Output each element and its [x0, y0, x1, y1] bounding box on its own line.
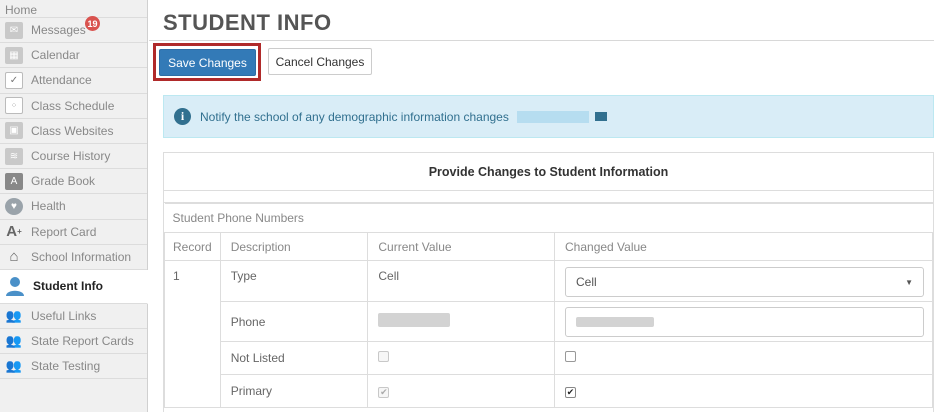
description-cell: Type [219, 260, 369, 302]
phone-type-select[interactable]: Cell ▼ [565, 267, 924, 297]
course-history-icon: ≋ [5, 147, 23, 165]
column-header-changed-value: Changed Value [554, 232, 933, 261]
redacted-phone [378, 313, 451, 327]
column-header-current-value: Current Value [367, 232, 555, 261]
sidebar-item-school-information[interactable]: ⌂ School Information [0, 245, 147, 270]
sidebar-item-label: Messages [31, 23, 86, 38]
sidebar-item-label: Report Card [31, 224, 97, 239]
sidebar-item-student-info[interactable]: Student Info [0, 269, 148, 304]
current-value-cell: Cell [367, 260, 555, 302]
description-cell: Phone [219, 301, 369, 342]
sidebar-item-grade-book[interactable]: A Grade Book [0, 169, 147, 195]
panel-spacer [164, 191, 933, 203]
sidebar-item-attendance[interactable]: ✓ Attendance [0, 68, 147, 94]
envelope-icon[interactable] [594, 112, 607, 121]
info-alert: i Notify the school of any demographic i… [163, 95, 934, 138]
page-title: STUDENT INFO [163, 10, 332, 35]
column-header-record: Record [164, 232, 221, 261]
changed-value-cell [554, 341, 933, 375]
table-row: Phone [165, 301, 933, 342]
sidebar-item-class-schedule[interactable]: ⁘ Class Schedule [0, 94, 147, 119]
sidebar-item-label: Useful Links [31, 308, 97, 323]
changed-value-cell: ✔ [554, 374, 933, 408]
alert-text: Notify the school of any demographic inf… [200, 109, 509, 124]
calendar-icon: ▦ [5, 46, 23, 64]
sidebar-item-health[interactable]: ♥ Health [0, 194, 147, 220]
phone-numbers-table: Student Phone Numbers Record Description… [164, 203, 933, 408]
student-icon [5, 275, 25, 297]
schedule-icon: ⁘ [5, 97, 23, 115]
section-row: Student Phone Numbers [164, 203, 933, 233]
gradebook-icon: A [5, 172, 23, 190]
sidebar-item-calendar[interactable]: ▦ Calendar [0, 43, 147, 69]
phone-input[interactable] [565, 306, 924, 337]
sidebar-item-label: State Testing [31, 359, 101, 374]
sidebar-item-label: Student Info [33, 279, 103, 294]
table-row: 1 Type Cell Cell ▼ [164, 260, 933, 408]
websites-icon: ▣ [5, 122, 23, 140]
current-value-cell: ✔ [367, 374, 555, 408]
message-count-badge: 19 [85, 16, 100, 31]
sidebar-item-report-card[interactable]: A + Report Card [0, 220, 147, 245]
redacted-email[interactable] [516, 110, 589, 123]
sidebar-item-course-history[interactable]: ≋ Course History [0, 144, 147, 170]
links-icon: 👥 [5, 307, 23, 323]
description-cell: Not Listed [219, 341, 369, 375]
main-content: STUDENT INFO Save Changes Cancel Changes… [149, 0, 934, 412]
message-icon: ✉ [5, 21, 23, 39]
table-row: Primary ✔ ✔ [165, 374, 933, 408]
changed-value-cell [554, 301, 933, 342]
panel-heading: Provide Changes to Student Information [164, 153, 933, 191]
sidebar-item-state-report-cards[interactable]: 👥 State Report Cards [0, 329, 147, 355]
title-divider [149, 40, 934, 41]
not-listed-current-checkbox [378, 351, 390, 362]
table-row: Not Listed [165, 341, 933, 375]
info-icon: i [174, 108, 191, 125]
redacted-phone [576, 316, 654, 327]
changed-value-cell: Cell ▼ [554, 260, 933, 302]
sidebar-item-label: School Information [31, 249, 132, 264]
section-label: Student Phone Numbers [164, 203, 933, 233]
sidebar-item-useful-links[interactable]: 👥 Useful Links [0, 304, 147, 330]
state-report-icon: 👥 [5, 333, 23, 349]
report-card-icon: A + [6, 223, 22, 241]
school-icon: ⌂ [9, 248, 19, 266]
sidebar-item-home[interactable]: Home [0, 0, 147, 18]
phone-type-selected-value: Cell [576, 275, 597, 289]
description-cell: Primary [219, 374, 369, 408]
attendance-icon: ✓ [5, 71, 23, 89]
student-info-panel: Provide Changes to Student Information S… [163, 152, 934, 412]
state-testing-icon: 👥 [5, 358, 23, 374]
chevron-down-icon: ▼ [905, 277, 913, 287]
primary-current-checkbox: ✔ [378, 387, 390, 398]
sidebar-item-label: Class Schedule [31, 98, 115, 113]
sidebar-item-class-websites[interactable]: ▣ Class Websites [0, 119, 147, 144]
sidebar-item-messages[interactable]: ✉ Messages 19 [0, 16, 147, 44]
sidebar-nav: Home ✉ Messages 19 ▦ Calendar ✓ Attendan… [0, 0, 148, 412]
sidebar-item-label: Calendar [31, 48, 80, 63]
sidebar-item-label: Health [31, 199, 66, 214]
not-listed-checkbox[interactable] [565, 351, 576, 362]
cancel-changes-button[interactable]: Cancel Changes [268, 48, 372, 75]
save-changes-button[interactable]: Save Changes [159, 49, 256, 76]
sidebar-item-label: Grade Book [31, 174, 96, 189]
health-icon: ♥ [5, 197, 23, 215]
sidebar-item-label: Course History [31, 149, 111, 164]
primary-checkbox[interactable]: ✔ [565, 387, 576, 398]
sidebar-item-label: State Report Cards [31, 334, 134, 349]
column-header-row: Record Description Current Value Changed… [164, 232, 933, 261]
column-header-description: Description [219, 232, 369, 261]
current-value-cell [367, 341, 555, 375]
record-number: 1 [164, 260, 221, 408]
sidebar-item-label: Class Websites [31, 123, 114, 138]
current-value-cell [367, 301, 555, 342]
sidebar-item-label: Attendance [31, 73, 92, 88]
sidebar-item-state-testing[interactable]: 👥 State Testing [0, 354, 147, 380]
